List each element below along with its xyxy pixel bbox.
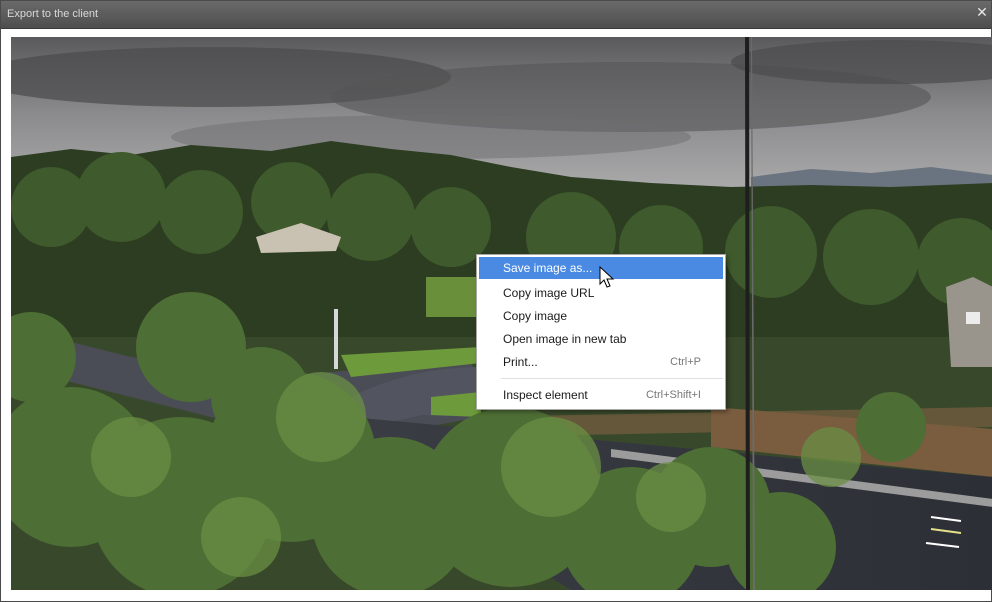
dialog-title: Export to the client: [7, 8, 99, 20]
menu-item-shortcut: Ctrl+P: [670, 356, 701, 368]
title-bar: Export to the client ✕: [1, 1, 991, 29]
menu-item-shortcut: Ctrl+Shift+I: [645, 389, 701, 401]
menu-item-label: Inspect element: [503, 388, 588, 402]
mouse-pointer-icon: [599, 266, 615, 288]
menu-item-open-image-new-tab[interactable]: Open image in new tab: [479, 328, 723, 350]
menu-item-label: Save image as...: [503, 261, 593, 275]
menu-item-copy-image[interactable]: Copy image: [479, 305, 723, 327]
menu-item-label: Open image in new tab: [503, 332, 627, 346]
menu-item-label: Print...: [503, 355, 538, 369]
menu-item-inspect-element[interactable]: Inspect element Ctrl+Shift+I: [479, 384, 723, 406]
menu-item-label: Copy image: [503, 309, 568, 323]
menu-item-label: Copy image URL: [503, 286, 595, 300]
export-dialog: Export to the client ✕ Save image as... …: [0, 0, 992, 602]
menu-item-print[interactable]: Print... Ctrl+P: [479, 351, 723, 373]
close-icon[interactable]: ✕: [975, 6, 989, 20]
menu-separator: [501, 378, 723, 379]
